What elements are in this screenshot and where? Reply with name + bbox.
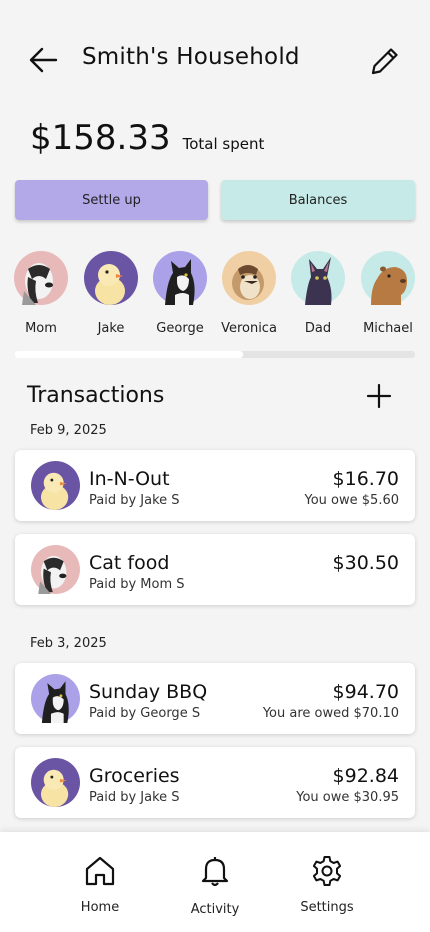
members-scrollbar[interactable]	[15, 351, 415, 358]
member-george[interactable]: George	[145, 251, 215, 336]
transaction-payer: Paid by George S	[89, 706, 201, 721]
transactions-heading: Transactions	[27, 383, 165, 408]
member-name: George	[156, 321, 204, 336]
transaction-name: In-N-Out	[89, 468, 170, 490]
app-header: Smith's Household	[0, 0, 430, 120]
bell-icon	[201, 857, 229, 887]
transaction-payer: Paid by Jake S	[89, 790, 180, 805]
member-name: Veronica	[221, 321, 277, 336]
plus-icon	[366, 383, 392, 409]
pencil-icon	[371, 48, 398, 75]
transaction-amount: $94.70	[332, 681, 399, 703]
member-mom[interactable]: Mom	[6, 251, 76, 336]
chick-avatar-icon	[31, 758, 80, 807]
member-jake[interactable]: Jake	[76, 251, 146, 336]
back-button[interactable]	[26, 42, 62, 78]
member-michael[interactable]: Michael	[353, 251, 423, 336]
total-amount: $158.33	[30, 118, 171, 158]
transaction-card[interactable]: In-N-Out Paid by Jake S $16.70 You owe $…	[15, 450, 415, 521]
balances-button[interactable]: Balances	[221, 180, 415, 220]
transaction-amount: $16.70	[332, 468, 399, 490]
edit-button[interactable]	[366, 42, 402, 78]
nav-label: Settings	[300, 900, 354, 915]
gear-icon	[312, 856, 342, 886]
nav-home[interactable]: Home	[60, 854, 140, 915]
transaction-status: You owe $5.60	[304, 493, 399, 508]
total-label: Total spent	[182, 135, 265, 153]
black-cat-avatar-icon	[291, 251, 345, 305]
badger-avatar-icon	[14, 251, 68, 305]
nav-settings[interactable]: Settings	[287, 854, 367, 915]
transaction-status: You are owed $70.10	[262, 706, 399, 721]
bottom-navigation: Home Activity Settings	[0, 832, 430, 932]
transaction-name: Cat food	[89, 552, 170, 574]
member-name: Michael	[363, 321, 413, 336]
nav-label: Home	[80, 900, 120, 915]
nav-label: Activity	[190, 902, 240, 917]
transaction-name: Groceries	[89, 765, 180, 787]
capybara-avatar-icon	[361, 251, 415, 305]
transaction-amount: $30.50	[332, 552, 399, 574]
badger-avatar-icon	[31, 545, 80, 594]
member-name: Mom	[25, 321, 57, 336]
transaction-card[interactable]: Cat food Paid by Mom S $30.50	[15, 534, 415, 605]
chick-avatar-icon	[84, 251, 138, 305]
transaction-status: You owe $30.95	[296, 790, 399, 805]
transaction-card[interactable]: Groceries Paid by Jake S $92.84 You owe …	[15, 747, 415, 818]
members-carousel[interactable]: Mom Jake George Veronica Dad Michael	[0, 251, 430, 341]
cat-avatar-icon	[153, 251, 207, 305]
member-name: Jake	[97, 321, 125, 336]
transaction-card[interactable]: Sunday BBQ Paid by George S $94.70 You a…	[15, 663, 415, 734]
cat-avatar-icon	[31, 674, 80, 723]
settle-up-button[interactable]: Settle up	[15, 180, 208, 220]
date-header: Feb 3, 2025	[30, 636, 107, 651]
transaction-payer: Paid by Mom S	[89, 577, 185, 592]
page-title: Smith's Household	[82, 44, 300, 70]
total-summary: $158.33 Total spent	[30, 118, 264, 158]
member-name: Dad	[304, 321, 332, 336]
date-header: Feb 9, 2025	[30, 423, 107, 438]
arrow-left-icon	[29, 47, 58, 73]
members-scrollbar-thumb[interactable]	[15, 351, 243, 358]
chick-avatar-icon	[31, 461, 80, 510]
add-transaction-button[interactable]	[364, 381, 394, 411]
transaction-amount: $92.84	[332, 765, 399, 787]
member-dad[interactable]: Dad	[283, 251, 353, 336]
nav-activity[interactable]: Activity	[175, 854, 255, 917]
transaction-payer: Paid by Jake S	[89, 493, 180, 508]
member-veronica[interactable]: Veronica	[214, 251, 284, 336]
home-icon	[85, 856, 115, 886]
transaction-name: Sunday BBQ	[89, 681, 208, 703]
chipmunk-avatar-icon	[222, 251, 276, 305]
